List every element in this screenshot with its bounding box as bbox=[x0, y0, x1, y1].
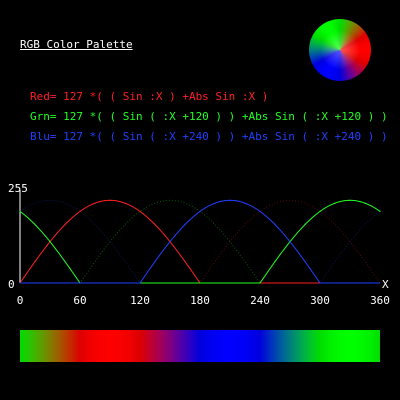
blue-curve-point bbox=[304, 260, 306, 263]
x-tick-label: 180 bbox=[190, 294, 210, 307]
blue-curve-abs bbox=[19, 199, 381, 284]
palette-canvas: RGB Color Palette Red= 127 *( ( Sin :X )… bbox=[0, 0, 400, 400]
blue-curve-point bbox=[154, 260, 156, 263]
green-curve-abs bbox=[19, 199, 381, 284]
y-tick-label: 255 bbox=[8, 182, 28, 195]
blue-curve-point bbox=[229, 199, 231, 201]
x-tick-label: 60 bbox=[73, 294, 86, 307]
red-curve-point bbox=[154, 223, 156, 226]
green-curve-point bbox=[274, 260, 276, 263]
blue-curve-point bbox=[169, 241, 171, 243]
red-curve-point bbox=[94, 202, 96, 204]
blue-curve-point bbox=[244, 202, 246, 204]
green-curve-point bbox=[304, 223, 306, 226]
blue-curve-point bbox=[214, 202, 216, 204]
x-tick-label: 300 bbox=[310, 294, 330, 307]
green-curve-point bbox=[379, 210, 381, 212]
red-curve-point bbox=[64, 223, 66, 226]
green-curve-point bbox=[64, 260, 66, 263]
green-curve-point bbox=[349, 199, 351, 201]
red-curve bbox=[19, 199, 380, 284]
red-curve-point bbox=[184, 260, 186, 263]
blue-curve-point bbox=[184, 223, 186, 226]
red-curve-point bbox=[124, 202, 126, 204]
x-tick-label: 360 bbox=[370, 294, 390, 307]
blue-curve-point bbox=[274, 223, 276, 226]
green-curve-point bbox=[19, 210, 21, 212]
blue-curve bbox=[20, 199, 380, 284]
x-axis-label: X bbox=[382, 278, 389, 291]
color-spectrum-bar bbox=[20, 330, 380, 362]
green-curve-point bbox=[364, 202, 366, 204]
blue-curve-point bbox=[199, 210, 201, 212]
red-curve-abs bbox=[19, 199, 381, 284]
x-tick-label: 120 bbox=[130, 294, 150, 307]
green-curve-point bbox=[34, 223, 36, 226]
red-curve-point bbox=[109, 199, 111, 201]
red-curve-point bbox=[79, 210, 81, 212]
red-curve-point bbox=[34, 260, 36, 263]
y-tick-label: 0 bbox=[8, 278, 15, 291]
x-tick-label: 0 bbox=[17, 294, 24, 307]
x-tick-label: 240 bbox=[250, 294, 270, 307]
green-curve-point bbox=[49, 241, 51, 243]
red-curve-point bbox=[139, 210, 141, 212]
blue-curve-point bbox=[289, 241, 291, 243]
green-curve bbox=[19, 199, 381, 284]
green-curve-point bbox=[334, 202, 336, 204]
blue-curve-point bbox=[259, 210, 261, 212]
green-curve-point bbox=[319, 210, 321, 212]
